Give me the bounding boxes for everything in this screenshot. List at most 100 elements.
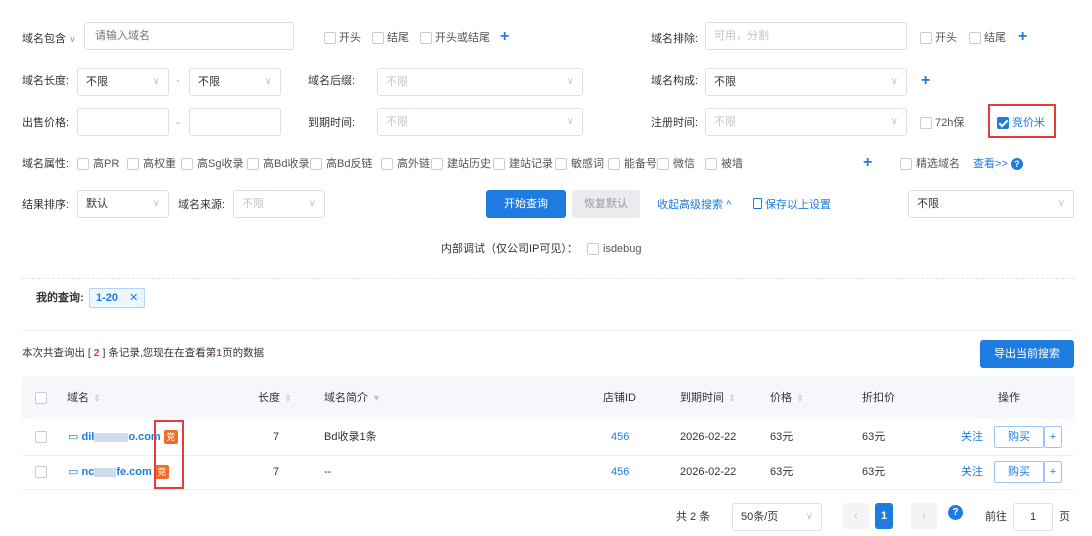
exclude-add-plus-icon[interactable]: + <box>1018 29 1027 45</box>
caret-down-icon[interactable]: ▼ <box>372 393 381 403</box>
attr-checkbox[interactable] <box>247 158 259 170</box>
attr-label: 高PR <box>93 158 120 170</box>
contains-start-label: 开头 <box>339 32 361 44</box>
sort-icon[interactable]: ⇕ <box>796 393 804 403</box>
composition-label: 域名构成: <box>651 75 699 87</box>
contains-either-checkbox[interactable] <box>420 32 432 44</box>
exclude-start-label: 开头 <box>935 32 957 44</box>
attr-checkbox[interactable] <box>181 158 193 170</box>
chevron-down-icon: ∨ <box>890 76 898 87</box>
attr-checkbox[interactable] <box>381 158 393 170</box>
contains-add-plus-icon[interactable]: + <box>500 29 509 45</box>
page-1-button[interactable]: 1 <box>875 503 893 529</box>
composition-add-plus-icon[interactable]: + <box>921 73 930 89</box>
domain-contains-label[interactable]: 域名包含 ∨ <box>22 31 76 47</box>
opt-auction-checkbox[interactable] <box>997 117 1009 129</box>
my-query-tag[interactable]: 1-20 ✕ <box>89 288 146 308</box>
suffix-select[interactable]: 不限 ∨ <box>377 68 583 96</box>
sort-icon[interactable]: ⇕ <box>93 393 101 403</box>
add-button[interactable]: + <box>1044 426 1062 448</box>
attr-checkbox[interactable] <box>657 158 669 170</box>
follow-link[interactable]: 关注 <box>961 464 983 480</box>
blurred-segment <box>94 467 117 477</box>
price-cell: 63元 <box>770 466 794 478</box>
sort-select[interactable]: 默认 ∨ <box>77 190 169 218</box>
contains-start-checkbox[interactable] <box>324 32 336 44</box>
col-domain[interactable]: 域名 ⇕ <box>67 390 101 406</box>
expire-select[interactable]: 不限 ∨ <box>377 108 583 136</box>
domain-exclude-input[interactable]: 可用，分割 <box>705 22 907 50</box>
register-label: 注册时间: <box>651 117 699 129</box>
right-select[interactable]: 不限 ∨ <box>908 190 1074 218</box>
contains-end-label: 结尾 <box>387 32 409 44</box>
debug-checkbox[interactable] <box>587 243 599 255</box>
expire-value: 不限 <box>386 116 408 128</box>
length-to-select[interactable]: 不限 ∨ <box>189 68 281 96</box>
col-intro[interactable]: 域名简介 ▼ <box>324 390 381 406</box>
attr-checkbox[interactable] <box>608 158 620 170</box>
prev-page-button[interactable]: ‹ <box>843 503 869 529</box>
shop-cell[interactable]: 456 <box>611 464 629 480</box>
domain-contains-input[interactable] <box>84 22 294 50</box>
chevron-down-icon: ∨ <box>152 198 160 209</box>
attr-checkbox[interactable] <box>705 158 717 170</box>
register-select[interactable]: 不限 ∨ <box>705 108 907 136</box>
col-expire[interactable]: 到期时间 ⇕ <box>680 390 736 406</box>
col-ops: 操作 <box>998 392 1020 404</box>
chevron-down-icon: ∨ <box>805 511 813 522</box>
row-checkbox[interactable] <box>35 466 47 478</box>
attr-checkbox[interactable] <box>77 158 89 170</box>
search-button[interactable]: 开始查询 <box>486 190 566 218</box>
col-price[interactable]: 价格 ⇕ <box>770 390 804 406</box>
attr-checkbox[interactable] <box>310 158 322 170</box>
divider <box>22 278 1074 279</box>
view-more-link[interactable]: 查看>> ? <box>973 157 1023 171</box>
attr-checkbox[interactable] <box>555 158 567 170</box>
help-icon[interactable]: ? <box>948 505 963 520</box>
buy-button[interactable]: 购买 <box>994 426 1044 448</box>
select-all-checkbox[interactable] <box>35 392 47 404</box>
opt-72h-checkbox[interactable] <box>920 117 932 129</box>
page-unit-label: 页 <box>1059 511 1070 523</box>
col-length[interactable]: 长度 ⇕ <box>258 390 292 406</box>
composition-select[interactable]: 不限 ∨ <box>705 68 907 96</box>
price-label: 出售价格: <box>22 117 70 129</box>
chevron-down-icon: ∨ <box>308 198 316 209</box>
attr-checkbox[interactable] <box>127 158 139 170</box>
exclude-end-checkbox[interactable] <box>969 32 981 44</box>
help-icon[interactable]: ? <box>1010 158 1023 170</box>
row-checkbox[interactable] <box>35 431 47 443</box>
export-button[interactable]: 导出当前搜索 <box>980 340 1074 368</box>
sort-icon[interactable]: ⇕ <box>284 393 292 403</box>
close-icon[interactable]: ✕ <box>129 292 138 304</box>
chevron-down-icon: ∨ <box>1057 198 1065 209</box>
my-query-label: 我的查询: <box>36 292 84 304</box>
buy-button[interactable]: 购买 <box>994 461 1044 483</box>
price-max-input[interactable] <box>189 108 281 136</box>
next-page-button[interactable]: › <box>911 503 937 529</box>
result-summary: 本次共查询出 [ 2 ] 条记录,您现在在查看第1页的数据 <box>22 347 265 359</box>
sort-icon[interactable]: ⇕ <box>728 393 736 403</box>
shop-cell[interactable]: 456 <box>611 429 629 445</box>
source-select[interactable]: 不限 ∨ <box>233 190 325 218</box>
follow-link[interactable]: 关注 <box>961 429 983 445</box>
exclude-start-checkbox[interactable] <box>920 32 932 44</box>
domain-contains-field[interactable] <box>85 23 293 49</box>
contains-end-checkbox[interactable] <box>372 32 384 44</box>
discount-cell: 63元 <box>862 466 886 478</box>
right-select-value: 不限 <box>917 198 939 210</box>
add-button[interactable]: + <box>1044 461 1062 483</box>
attr-checkbox[interactable] <box>493 158 505 170</box>
per-page-value: 50条/页 <box>741 511 779 523</box>
reset-button[interactable]: 恢复默认 <box>572 190 640 218</box>
price-dash: - <box>176 117 180 129</box>
attrs-add-plus-icon[interactable]: + <box>863 155 872 171</box>
length-from-select[interactable]: 不限 ∨ <box>77 68 169 96</box>
per-page-select[interactable]: 50条/页 ∨ <box>732 503 822 531</box>
attr-checkbox[interactable] <box>431 158 443 170</box>
featured-checkbox[interactable] <box>900 158 912 170</box>
page-input[interactable]: 1 <box>1013 503 1053 531</box>
collapse-advanced-link[interactable]: 收起高级搜索 ^ <box>657 197 731 213</box>
save-settings-link[interactable]: 保存以上设置 <box>753 197 831 213</box>
price-min-input[interactable] <box>77 108 169 136</box>
